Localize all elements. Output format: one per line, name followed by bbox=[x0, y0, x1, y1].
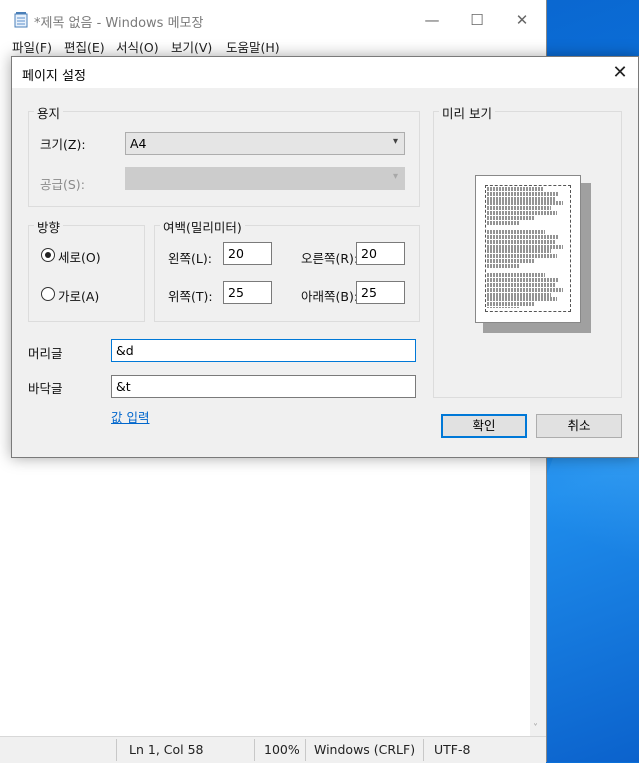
footer-input[interactable]: &t bbox=[111, 375, 416, 398]
top-margin-input[interactable]: 25 bbox=[223, 281, 272, 304]
close-button[interactable]: ✕ bbox=[500, 6, 544, 34]
preview-text-lines bbox=[487, 187, 567, 308]
menu-file[interactable]: 파일(F) bbox=[12, 37, 52, 56]
margins-group: 여백(밀리미터) bbox=[154, 217, 420, 322]
bottom-margin-label: 아래쪽(B): bbox=[301, 289, 359, 304]
footer-value: &t bbox=[116, 379, 131, 394]
cancel-button[interactable]: 취소 bbox=[536, 414, 622, 438]
input-values-link[interactable]: 값 입력 bbox=[111, 407, 149, 426]
paper-group-label: 용지 bbox=[34, 103, 64, 122]
status-separator bbox=[116, 739, 117, 761]
menu-edit[interactable]: 편집(E) bbox=[64, 37, 105, 56]
left-margin-value: 20 bbox=[228, 246, 244, 261]
dialog-close-button[interactable]: ✕ bbox=[602, 57, 638, 88]
orientation-group: 방향 bbox=[28, 217, 145, 322]
left-margin-input[interactable]: 20 bbox=[223, 242, 272, 265]
right-margin-value: 20 bbox=[361, 246, 377, 261]
preview-group-label: 미리 보기 bbox=[439, 103, 495, 122]
dialog-title: 페이지 설정 bbox=[22, 69, 86, 84]
minimize-button[interactable]: — bbox=[410, 6, 454, 34]
paper-group: 용지 bbox=[28, 103, 420, 207]
window-title: *제목 없음 - Windows 메모장 bbox=[34, 16, 204, 31]
header-value: &d bbox=[116, 343, 134, 358]
size-label: 크기(Z): bbox=[40, 137, 86, 152]
status-bar: Ln 1, Col 58 100% Windows (CRLF) UTF-8 bbox=[0, 736, 546, 763]
top-margin-label: 위쪽(T): bbox=[168, 289, 213, 304]
landscape-radio[interactable] bbox=[41, 287, 55, 301]
paper-source-dropdown[interactable]: ▾ bbox=[125, 167, 405, 190]
right-margin-label: 오른쪽(R): bbox=[301, 251, 359, 266]
header-label: 머리글 bbox=[28, 346, 63, 361]
footer-label: 바닥글 bbox=[28, 381, 63, 396]
status-separator bbox=[305, 739, 306, 761]
left-margin-label: 왼쪽(L): bbox=[168, 251, 212, 266]
margins-group-label: 여백(밀리미터) bbox=[160, 217, 245, 236]
portrait-label[interactable]: 세로(O) bbox=[58, 247, 101, 266]
landscape-label[interactable]: 가로(A) bbox=[58, 286, 99, 305]
ok-button[interactable]: 확인 bbox=[441, 414, 527, 438]
bottom-margin-input[interactable]: 25 bbox=[356, 281, 405, 304]
menu-view[interactable]: 보기(V) bbox=[171, 37, 212, 56]
header-input[interactable]: &d bbox=[111, 339, 416, 362]
status-zoom: 100% bbox=[264, 742, 300, 757]
menu-help[interactable]: 도움말(H) bbox=[226, 37, 280, 56]
right-margin-input[interactable]: 20 bbox=[356, 242, 405, 265]
status-encoding: UTF-8 bbox=[434, 742, 471, 757]
status-separator bbox=[423, 739, 424, 761]
status-line-ending: Windows (CRLF) bbox=[314, 742, 416, 757]
menu-format[interactable]: 서식(O) bbox=[116, 37, 159, 56]
orientation-group-label: 방향 bbox=[34, 217, 64, 236]
dialog-title-bar: 페이지 설정 ✕ bbox=[12, 57, 638, 88]
notepad-icon bbox=[14, 12, 28, 28]
bottom-margin-value: 25 bbox=[361, 285, 377, 300]
scroll-down-arrow-icon[interactable]: ˅ bbox=[533, 723, 538, 734]
status-position: Ln 1, Col 58 bbox=[129, 742, 204, 757]
notepad-title-bar: *제목 없음 - Windows 메모장 — ☐ ✕ bbox=[0, 0, 546, 34]
source-label: 공급(S): bbox=[40, 177, 85, 192]
chevron-down-icon: ▾ bbox=[392, 136, 398, 147]
maximize-button[interactable]: ☐ bbox=[455, 6, 499, 34]
menu-bar: 파일(F) 편집(E) 서식(O) 보기(V) 도움말(H) bbox=[0, 34, 546, 56]
status-separator bbox=[254, 739, 255, 761]
chevron-down-icon: ▾ bbox=[392, 171, 398, 182]
portrait-radio[interactable] bbox=[41, 248, 55, 262]
top-margin-value: 25 bbox=[228, 285, 244, 300]
paper-size-dropdown[interactable]: A4 ▾ bbox=[125, 132, 405, 155]
paper-size-value: A4 bbox=[130, 136, 147, 151]
